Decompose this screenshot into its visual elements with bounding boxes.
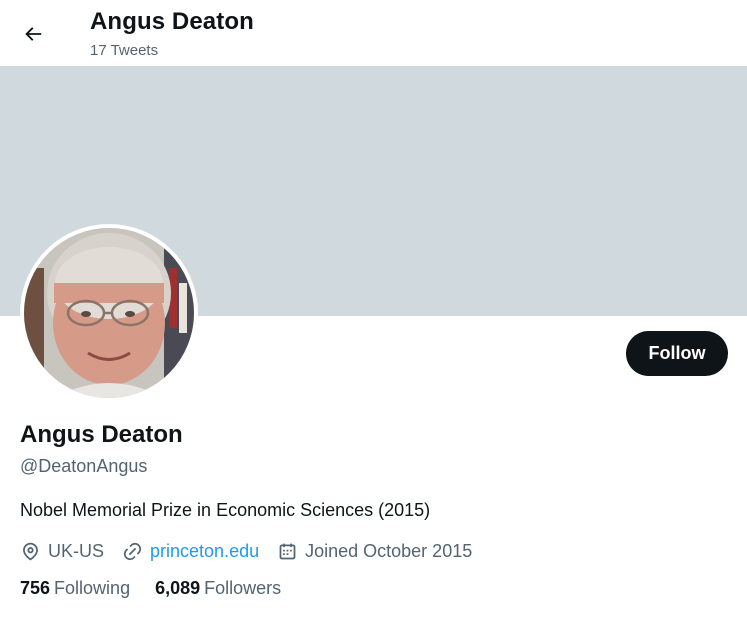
back-button[interactable] [13, 14, 53, 54]
location-item: UK-US [20, 541, 104, 562]
display-name: Angus Deaton [20, 421, 183, 448]
tweet-count: 17 Tweets [90, 42, 159, 59]
joined-item: Joined October 2015 [277, 541, 472, 562]
follow-stats: 756 Following 6,089 Followers [20, 578, 306, 599]
following-count: 756 [20, 578, 51, 598]
calendar-icon [279, 543, 296, 559]
website-item[interactable]: princeton.edu [122, 541, 259, 562]
profile-header-bar: Angus Deaton 17 Tweets [0, 0, 747, 66]
profile-bio: Nobel Memorial Prize in Economic Science… [20, 500, 431, 520]
arrow-left-icon [25, 27, 42, 41]
followers-count: 6,089 [155, 578, 201, 598]
location-pin-icon [23, 542, 38, 560]
website-link[interactable]: princeton.edu [150, 541, 259, 562]
following-label: Following [54, 578, 131, 598]
followers-link[interactable]: 6,089 Followers [155, 578, 281, 599]
location-text: UK-US [48, 540, 105, 561]
followers-label: Followers [204, 578, 282, 598]
header-title: Angus Deaton [90, 8, 254, 35]
user-handle: @DeatonAngus [20, 456, 148, 476]
follow-button[interactable]: Follow [626, 331, 728, 376]
link-icon [123, 542, 142, 560]
avatar[interactable] [20, 224, 198, 402]
profile-meta: UK-US princeton.edu Joined October 2015 [20, 538, 490, 564]
joined-date: Joined October 2015 [305, 540, 473, 561]
following-link[interactable]: 756 Following [20, 578, 130, 599]
avatar-photo [24, 228, 194, 398]
